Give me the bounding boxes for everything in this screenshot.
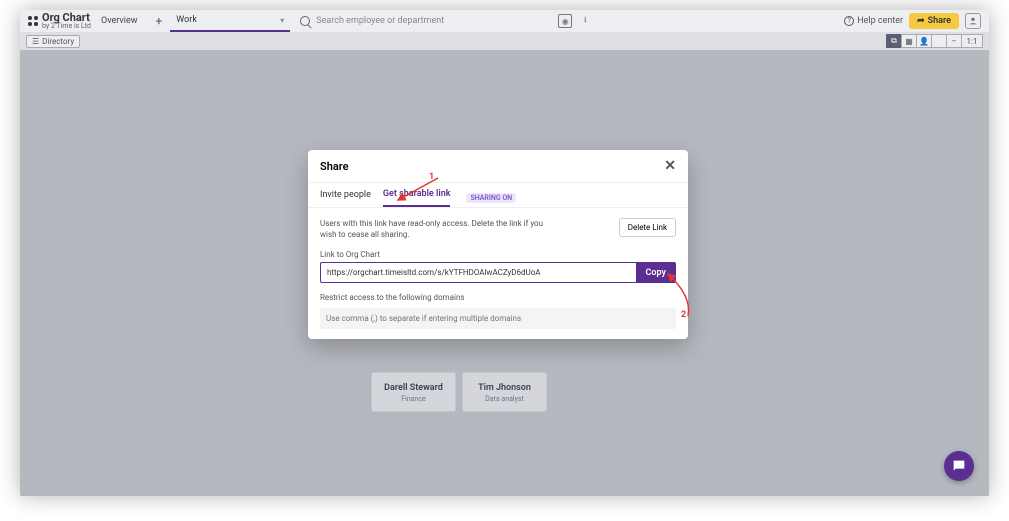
nav-work-dropdown[interactable]: Work ▾ [170,10,290,32]
modal-header: Share ✕ [308,150,688,183]
share-link-input[interactable] [320,262,636,283]
copy-button[interactable]: Copy [636,262,676,283]
add-tab-button[interactable]: + [147,14,170,28]
search-icon [300,16,310,26]
app-frame: Org Chart by 2 Time is Ltd Overview + Wo… [20,10,989,496]
person-icon [968,16,978,26]
share-button[interactable]: ➦ Share [909,13,959,29]
node-darell-name: Darell Steward [376,383,451,393]
directory-label: Directory [42,37,74,46]
view-blank-button[interactable] [931,34,947,48]
nav-overview[interactable]: Overview [91,16,147,26]
tab-sharable-link[interactable]: Get sharable link [383,189,451,207]
view-controls: ⧉ ▦ 👤 – 1:1 [887,34,983,48]
link-row: Copy [320,262,676,283]
view-person-button[interactable]: 👤 [916,34,932,48]
zoom-out-button[interactable]: – [946,34,962,48]
settings-icon[interactable]: ◉ [558,14,572,28]
node-tim-role: Data analyst [467,395,542,403]
tab-link-label: Get sharable link [383,189,451,199]
nav-work-label: Work [176,15,197,25]
help-label: Help center [857,16,903,26]
link-label: Link to Org Chart [320,250,676,259]
search-placeholder: Search employee or department [316,16,444,26]
chat-fab[interactable] [944,451,974,481]
tab-invite-people[interactable]: Invite people [320,190,371,206]
logo-icon [28,16,38,26]
node-darell-role: Finance [376,395,451,403]
secondary-bar: ☰ Directory ⧉ ▦ 👤 – 1:1 [20,32,989,50]
sharing-on-badge: SHARING ON [466,193,516,203]
view-chart-button[interactable]: ⧉ [886,34,902,48]
share-modal: Share ✕ Invite people Get sharable link … [308,150,688,339]
search-area[interactable]: Search employee or department [290,16,552,26]
help-icon: ? [844,16,854,26]
app-logo[interactable]: Org Chart by 2 Time is Ltd [20,12,91,30]
user-avatar[interactable] [965,13,981,29]
zoom-ratio[interactable]: 1:1 [961,34,983,48]
node-darell[interactable]: Darell Steward Finance [371,372,456,412]
domains-input[interactable] [320,308,676,329]
modal-body: Users with this link have read-only acce… [308,208,688,339]
view-grid-button[interactable]: ▦ [901,34,917,48]
directory-button[interactable]: ☰ Directory [26,35,80,48]
node-tim[interactable]: Tim Jhonson Data analyst [462,372,547,412]
share-label: Share [928,16,951,26]
modal-title: Share [320,160,349,173]
download-icon[interactable]: ⭳ [578,14,592,28]
close-icon[interactable]: ✕ [664,158,676,174]
share-arrow-icon: ➦ [917,16,925,26]
app-subtitle: by 2 Time is Ltd [42,23,91,30]
chat-icon [951,458,967,474]
help-center-link[interactable]: ? Help center [844,16,903,26]
restrict-label: Restrict access to the following domains [320,293,676,302]
top-bar: Org Chart by 2 Time is Ltd Overview + Wo… [20,10,989,32]
node-tim-name: Tim Jhonson [467,383,542,393]
delete-link-button[interactable]: Delete Link [619,218,676,237]
list-icon: ☰ [32,37,39,46]
modal-tabs: Invite people Get sharable link SHARING … [308,183,688,208]
chevron-down-icon: ▾ [280,16,284,25]
share-description: Users with this link have read-only acce… [320,218,550,240]
